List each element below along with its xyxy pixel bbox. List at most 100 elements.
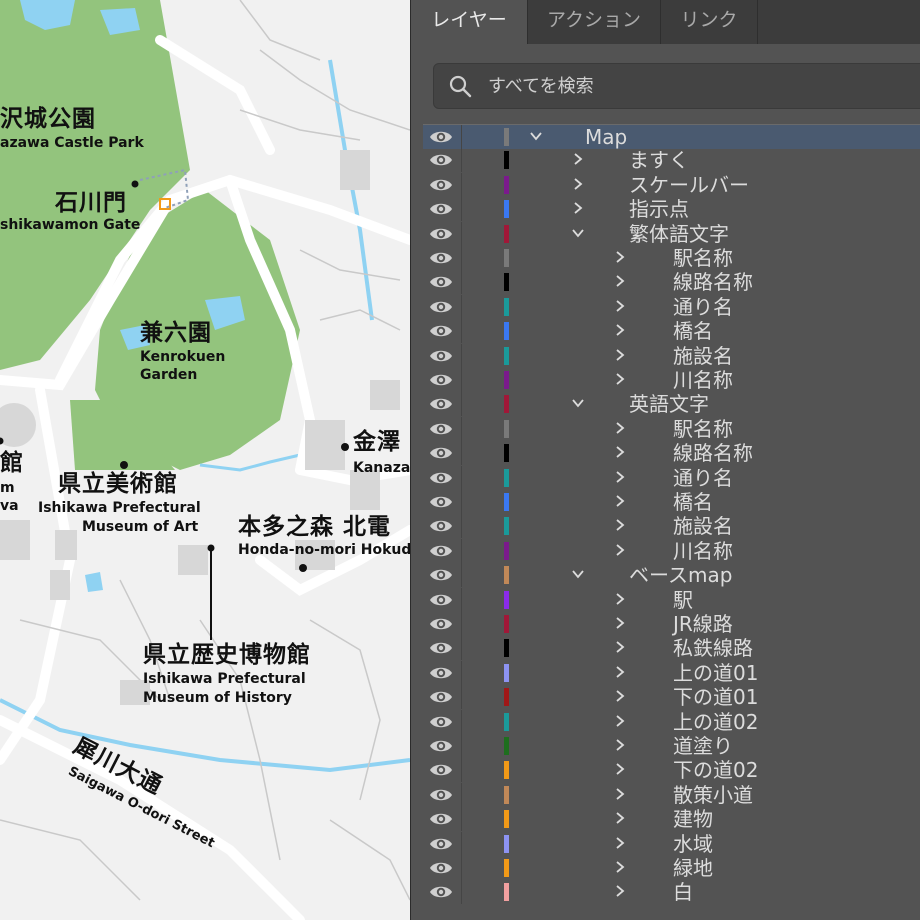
layer-row[interactable]: 緑地 [423, 856, 920, 880]
chevron-right-icon[interactable] [613, 348, 627, 362]
visibility-eye-icon[interactable] [429, 372, 453, 388]
visibility-eye-icon[interactable] [429, 665, 453, 681]
chevron-down-icon[interactable] [529, 129, 543, 143]
visibility-eye-icon[interactable] [429, 640, 453, 656]
visibility-eye-icon[interactable] [429, 811, 453, 827]
visibility-eye-icon[interactable] [429, 421, 453, 437]
chevron-right-icon[interactable] [613, 836, 627, 850]
layer-row[interactable]: 施設名 [423, 343, 920, 368]
chevron-right-icon[interactable] [613, 714, 627, 728]
visibility-eye-icon[interactable] [429, 860, 453, 876]
chevron-right-icon[interactable] [613, 323, 627, 337]
visibility-eye-icon[interactable] [429, 177, 453, 193]
layer-row[interactable]: Map [423, 124, 920, 149]
tab-layers[interactable]: レイヤー [411, 0, 528, 44]
chevron-right-icon[interactable] [613, 518, 627, 532]
chevron-right-icon[interactable] [613, 250, 627, 264]
visibility-eye-icon[interactable] [429, 738, 453, 754]
visibility-eye-icon[interactable] [429, 689, 453, 705]
layer-row[interactable]: 建物 [423, 807, 920, 832]
layer-row[interactable]: 駅名称 [423, 416, 920, 441]
chevron-right-icon[interactable] [613, 372, 627, 386]
visibility-eye-icon[interactable] [429, 616, 453, 632]
layer-row[interactable]: スケールバー [423, 172, 920, 197]
visibility-eye-icon[interactable] [429, 787, 453, 803]
layer-row[interactable]: 白 [423, 880, 920, 905]
chevron-right-icon[interactable] [613, 494, 627, 508]
chevron-right-icon[interactable] [613, 445, 627, 459]
tab-links[interactable]: リンク [661, 0, 758, 44]
chevron-right-icon[interactable] [571, 152, 585, 166]
tab-actions[interactable]: アクション [528, 0, 661, 44]
chevron-right-icon[interactable] [613, 762, 627, 776]
layer-row[interactable]: 線路名称 [423, 270, 920, 295]
layer-row[interactable]: ますく [423, 148, 920, 173]
layer-row[interactable]: 駅 [423, 587, 920, 612]
chevron-right-icon[interactable] [613, 274, 627, 288]
layer-row[interactable]: 下の道02 [423, 758, 920, 783]
visibility-eye-icon[interactable] [429, 348, 453, 364]
visibility-eye-icon[interactable] [429, 299, 453, 315]
visibility-eye-icon[interactable] [429, 226, 453, 242]
layer-row[interactable]: 道塗り [423, 734, 920, 758]
layer-row[interactable]: 水域 [423, 831, 920, 856]
chevron-right-icon[interactable] [613, 665, 627, 679]
layer-row[interactable]: 川名称 [423, 538, 920, 563]
visibility-eye-icon[interactable] [429, 470, 453, 486]
layer-row[interactable]: 橋名 [423, 490, 920, 514]
chevron-right-icon[interactable] [613, 421, 627, 435]
layer-row[interactable]: 英語文字 [423, 392, 920, 417]
chevron-right-icon[interactable] [613, 592, 627, 606]
search-input[interactable] [488, 64, 908, 108]
chevron-right-icon[interactable] [613, 884, 627, 898]
layer-row[interactable]: 線路名称 [423, 441, 920, 466]
layer-row[interactable]: 繁体語文字 [423, 221, 920, 246]
layer-row[interactable]: 橋名 [423, 319, 920, 344]
layer-row[interactable]: 上の道02 [423, 709, 920, 734]
chevron-right-icon[interactable] [613, 470, 627, 484]
layer-row[interactable]: 駅名称 [423, 246, 920, 270]
visibility-eye-icon[interactable] [429, 274, 453, 290]
visibility-eye-icon[interactable] [429, 884, 453, 900]
layer-row[interactable]: 下の道01 [423, 685, 920, 710]
visibility-eye-icon[interactable] [429, 396, 453, 412]
layer-row[interactable]: 散策小道 [423, 782, 920, 807]
visibility-eye-icon[interactable] [429, 567, 453, 583]
chevron-right-icon[interactable] [571, 201, 585, 215]
visibility-eye-icon[interactable] [429, 518, 453, 534]
layer-row[interactable]: 指示点 [423, 197, 920, 222]
chevron-right-icon[interactable] [613, 640, 627, 654]
chevron-right-icon[interactable] [571, 177, 585, 191]
visibility-eye-icon[interactable] [429, 836, 453, 852]
chevron-down-icon[interactable] [571, 226, 585, 240]
chevron-down-icon[interactable] [571, 567, 585, 581]
layer-row[interactable]: 私鉄線路 [423, 636, 920, 661]
chevron-right-icon[interactable] [613, 299, 627, 313]
visibility-eye-icon[interactable] [429, 129, 453, 145]
layer-row[interactable]: 通り名 [423, 465, 920, 490]
layer-row[interactable]: 上の道01 [423, 660, 920, 685]
chevron-right-icon[interactable] [613, 543, 627, 557]
layer-row[interactable]: 施設名 [423, 514, 920, 539]
layer-row[interactable]: ベースmap [423, 563, 920, 588]
layer-row[interactable]: 川名称 [423, 368, 920, 392]
visibility-eye-icon[interactable] [429, 201, 453, 217]
layer-row[interactable]: JR線路 [423, 612, 920, 636]
visibility-eye-icon[interactable] [429, 152, 453, 168]
chevron-right-icon[interactable] [613, 787, 627, 801]
visibility-eye-icon[interactable] [429, 543, 453, 559]
visibility-eye-icon[interactable] [429, 250, 453, 266]
chevron-right-icon[interactable] [613, 616, 627, 630]
chevron-right-icon[interactable] [613, 860, 627, 874]
visibility-eye-icon[interactable] [429, 592, 453, 608]
chevron-right-icon[interactable] [613, 689, 627, 703]
visibility-eye-icon[interactable] [429, 762, 453, 778]
chevron-right-icon[interactable] [613, 811, 627, 825]
search-box[interactable] [433, 63, 920, 109]
visibility-eye-icon[interactable] [429, 323, 453, 339]
layer-row[interactable]: 通り名 [423, 294, 920, 319]
visibility-eye-icon[interactable] [429, 714, 453, 730]
map-canvas[interactable]: 沢城公園 azawa Castle Park 石川門 shikawamon Ga… [0, 0, 410, 920]
visibility-eye-icon[interactable] [429, 494, 453, 510]
chevron-right-icon[interactable] [613, 738, 627, 752]
